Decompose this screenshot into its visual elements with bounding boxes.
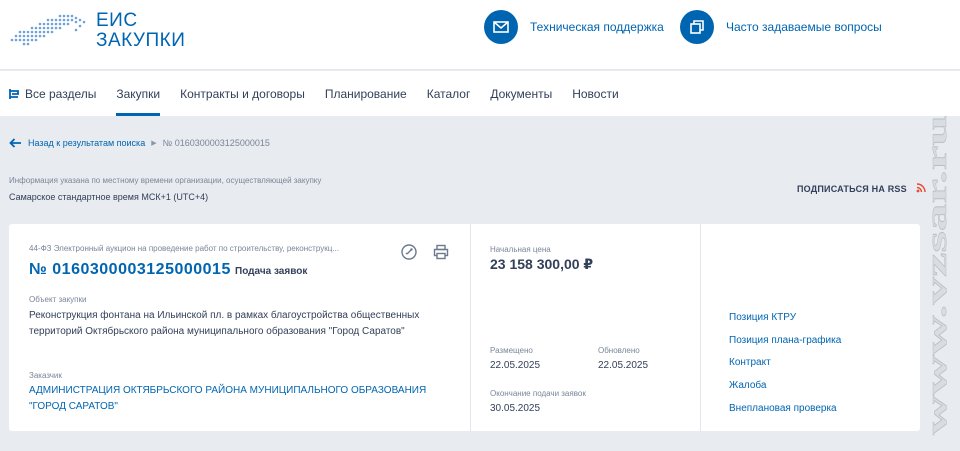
nav-news[interactable]: Новости	[572, 71, 618, 116]
customer-link[interactable]: АДМИНИСТРАЦИЯ ОКТЯБРЬСКОГО РАЙОНА МУНИЦИ…	[29, 383, 459, 415]
time-note: Информация указана по местному времени о…	[9, 176, 322, 185]
status-badge: Подача заявок	[235, 266, 308, 277]
nav-purchases[interactable]: Закупки	[116, 71, 160, 116]
nav-label: Документы	[490, 86, 553, 101]
nav-label: Закупки	[116, 86, 161, 101]
print-icon[interactable]	[433, 244, 449, 260]
customer-label: Заказчик	[29, 371, 62, 380]
purchase-main-info: 44-ФЗ Электронный аукцион на проведение …	[9, 224, 471, 431]
logo-line2: ЗАКУПКИ	[96, 30, 186, 51]
nav-label: Контракты и договоры	[180, 86, 305, 101]
object-label: Объект закупки	[29, 295, 87, 304]
object-value: Реконструкция фонтана на Ильинской пл. в…	[29, 310, 420, 337]
nav-planning[interactable]: Планирование	[325, 71, 407, 116]
timezone-text: Самарское стандартное время МСК+1 (UTC+4…	[9, 192, 209, 202]
nav-label: Каталог	[426, 86, 471, 101]
support-link[interactable]: Техническая поддержка	[484, 10, 664, 44]
top-header: ЕИС ЗАКУПКИ Техническая поддержка Часто …	[0, 0, 960, 70]
breadcrumb-current: № 0160300003125000015	[162, 138, 270, 148]
faq-link[interactable]: Часто задаваемые вопросы	[680, 10, 882, 44]
arrow-left-icon[interactable]	[9, 138, 22, 148]
related-links: Позиция КТРУ Позиция плана-графика Контр…	[701, 224, 920, 431]
eis-logo[interactable]: ЕИС ЗАКУПКИ	[8, 10, 185, 52]
purchase-number-link[interactable]: № 0160300003125000015	[29, 261, 231, 279]
price-label: Начальная цена	[490, 245, 551, 254]
end-label: Окончание подачи заявок	[490, 389, 586, 398]
purchase-card: 44-ФЗ Электронный аукцион на проведение …	[9, 224, 920, 431]
updated-date: 22.05.2025	[598, 360, 649, 371]
rss-label: ПОДПИСАТЬСЯ НА RSS	[797, 184, 907, 194]
key-search-icon[interactable]	[401, 244, 417, 260]
sections-icon	[9, 88, 19, 99]
main-nav: Все разделы Закупки Контракты и договоры…	[0, 71, 960, 116]
logo-line1: ЕИС	[96, 10, 138, 31]
end-date: 30.05.2025	[490, 403, 541, 414]
price-and-dates: Начальная цена 23 158 300,00 ₽ Размещено…	[471, 224, 701, 431]
purchase-type: 44-ФЗ Электронный аукцион на проведение …	[29, 244, 339, 253]
breadcrumb: Назад к результатам поиска ▶ № 016030000…	[9, 138, 270, 148]
watermark-text: www.vzsar.ru	[922, 115, 952, 435]
link-plan-schedule[interactable]: Позиция плана-графика	[729, 335, 841, 346]
nav-all-sections[interactable]: Все разделы	[9, 71, 96, 116]
faq-icon	[680, 10, 714, 44]
placed-date: 22.05.2025	[490, 360, 541, 371]
rss-subscribe-link[interactable]: ПОДПИСАТЬСЯ НА RSS	[797, 183, 926, 194]
placed-label: Размещено	[490, 346, 533, 355]
russia-map-logo-icon	[10, 14, 86, 46]
logo-text: ЕИС ЗАКУПКИ	[96, 11, 185, 51]
faq-label: Часто задаваемые вопросы	[726, 20, 882, 34]
updated-label: Обновлено	[598, 346, 640, 355]
nav-contracts[interactable]: Контракты и договоры	[180, 71, 305, 116]
link-ktru[interactable]: Позиция КТРУ	[729, 312, 796, 323]
chevron-right-icon: ▶	[151, 140, 157, 147]
link-complaint[interactable]: Жалоба	[729, 380, 766, 391]
nav-documents[interactable]: Документы	[490, 71, 552, 116]
support-label: Техническая поддержка	[530, 20, 664, 34]
nav-catalog[interactable]: Каталог	[427, 71, 471, 116]
watermark: www.vzsar.ru	[922, 115, 952, 436]
link-contract[interactable]: Контракт	[729, 357, 771, 368]
back-to-search-link[interactable]: Назад к результатам поиска	[28, 138, 145, 148]
link-unscheduled-check[interactable]: Внеплановая проверка	[729, 403, 837, 414]
mail-icon	[484, 10, 518, 44]
nav-label: Планирование	[324, 86, 407, 101]
nav-label: Новости	[572, 86, 619, 101]
initial-price: 23 158 300,00 ₽	[490, 256, 594, 272]
nav-label: Все разделы	[25, 86, 97, 101]
